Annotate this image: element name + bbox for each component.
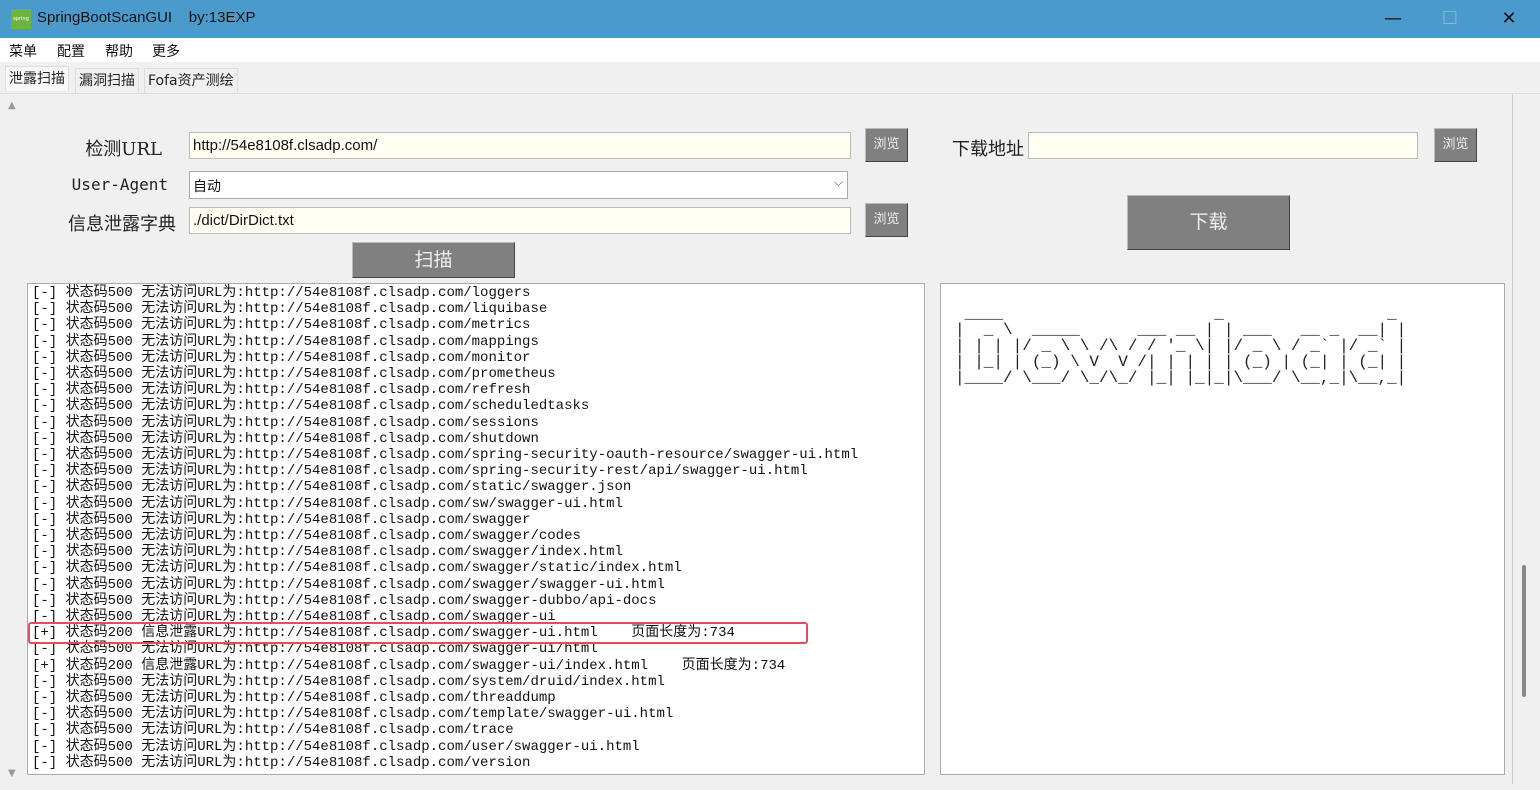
dict-input[interactable] (189, 207, 851, 234)
scan-button[interactable]: 扫描 (352, 242, 515, 278)
log-line: [-] 状态码500 无法访问URL为:http://54e8108f.clsa… (32, 317, 531, 334)
menu-item-config[interactable]: 配置 (57, 41, 85, 61)
window-title: SpringBootScanGUI by:13EXP (37, 9, 256, 26)
menu-item-help[interactable]: 帮助 (105, 41, 133, 61)
log-line: [-] 状态码500 无法访问URL为:http://54e8108f.clsa… (32, 301, 548, 318)
log-line: [-] 状态码500 无法访问URL为:http://54e8108f.clsa… (32, 690, 556, 707)
download-path-label: 下载地址 (952, 139, 1024, 160)
menu-bar: 菜单 配置 帮助 更多 (0, 38, 1540, 62)
log-line: [-] 状态码500 无法访问URL为:http://54e8108f.clsa… (32, 366, 556, 383)
minimize-button[interactable]: — (1370, 4, 1416, 34)
log-line: [-] 状态码500 无法访问URL为:http://54e8108f.clsa… (32, 754, 531, 771)
log-line: [-] 状态码500 无法访问URL为:http://54e8108f.clsa… (32, 511, 531, 528)
log-line: [-] 状态码500 无法访问URL为:http://54e8108f.clsa… (32, 706, 674, 723)
menu-item-menu[interactable]: 菜单 (9, 41, 37, 61)
log-line: [-] 状态码500 无法访问URL为:http://54e8108f.clsa… (32, 544, 623, 561)
chevron-down-icon: ⌵ (833, 175, 843, 189)
log-line: [-] 状态码500 无法访问URL为:http://54e8108f.clsa… (32, 560, 682, 577)
menu-item-more[interactable]: 更多 (152, 41, 180, 61)
log-line: [-] 状态码500 无法访问URL为:http://54e8108f.clsa… (32, 463, 808, 480)
log-line: [-] 状态码500 无法访问URL为:http://54e8108f.clsa… (32, 722, 514, 739)
tab-fofa[interactable]: Fofa资产测绘 (144, 68, 238, 93)
scroll-down-arrow-icon[interactable]: ▼ (8, 768, 16, 779)
download-browse-button[interactable]: 浏览 (1434, 128, 1477, 162)
download-path-input[interactable] (1028, 132, 1418, 159)
dict-label: 信息泄露字典 (68, 214, 176, 235)
log-line: [-] 状态码500 无法访问URL为:http://54e8108f.clsa… (32, 414, 539, 431)
download-ascii-logo: ____ _ _ | _ \ _____ ___ __ | | ___ __ _… (955, 305, 1407, 387)
log-line: [-] 状态码500 无法访问URL为:http://54e8108f.clsa… (32, 382, 531, 399)
log-line: [+] 状态码200 信息泄露URL为:http://54e8108f.clsa… (32, 657, 786, 674)
scrollbar-thumb[interactable] (1522, 565, 1526, 697)
maximize-button[interactable]: ☐ (1427, 4, 1473, 34)
user-agent-label: User-Agent (71, 175, 168, 194)
user-agent-value: 自动 (193, 179, 221, 195)
close-button[interactable]: ✕ (1486, 4, 1532, 34)
tab-divider (0, 93, 1540, 94)
log-line: [-] 状态码500 无法访问URL为:http://54e8108f.clsa… (32, 592, 657, 609)
log-line: [-] 状态码500 无法访问URL为:http://54e8108f.clsa… (32, 398, 590, 415)
log-line: [-] 状态码500 无法访问URL为:http://54e8108f.clsa… (32, 447, 859, 464)
spring-logo-icon: spring (11, 9, 31, 29)
log-line: [-] 状态码500 无法访问URL为:http://54e8108f.clsa… (32, 349, 531, 366)
log-line: [-] 状态码500 无法访问URL为:http://54e8108f.clsa… (32, 576, 665, 593)
url-browse-button[interactable]: 浏览 (865, 128, 908, 162)
log-line: [-] 状态码500 无法访问URL为:http://54e8108f.clsa… (32, 528, 581, 545)
log-line: [-] 状态码500 无法访问URL为:http://54e8108f.clsa… (32, 738, 640, 755)
tab-vuln-scan[interactable]: 漏洞扫描 (75, 68, 139, 93)
scrollbar-track (1512, 94, 1513, 784)
download-output[interactable]: ____ _ _ | _ \ _____ ___ __ | | ___ __ _… (940, 283, 1505, 775)
download-button[interactable]: 下载 (1127, 195, 1290, 250)
dict-browse-button[interactable]: 浏览 (865, 203, 908, 237)
log-line: [-] 状态码500 无法访问URL为:http://54e8108f.clsa… (32, 479, 632, 496)
scan-log[interactable]: [-] 状态码500 无法访问URL为:http://54e8108f.clsa… (27, 283, 925, 775)
log-line: [-] 状态码500 无法访问URL为:http://54e8108f.clsa… (32, 495, 623, 512)
scroll-up-arrow-icon[interactable]: ▲ (8, 100, 16, 111)
log-line: [-] 状态码500 无法访问URL为:http://54e8108f.clsa… (32, 333, 539, 350)
user-agent-select[interactable]: 自动 ⌵ (189, 171, 848, 199)
title-bar: spring SpringBootScanGUI by:13EXP — ☐ ✕ (0, 0, 1540, 38)
url-label: 检测URL (85, 139, 162, 160)
tab-leak-scan[interactable]: 泄露扫描 (5, 66, 69, 91)
url-input[interactable] (189, 132, 851, 159)
highlight-box (28, 622, 808, 644)
log-line: [-] 状态码500 无法访问URL为:http://54e8108f.clsa… (32, 430, 539, 447)
log-line: [-] 状态码500 无法访问URL为:http://54e8108f.clsa… (32, 673, 665, 690)
log-line: [-] 状态码500 无法访问URL为:http://54e8108f.clsa… (32, 285, 531, 301)
